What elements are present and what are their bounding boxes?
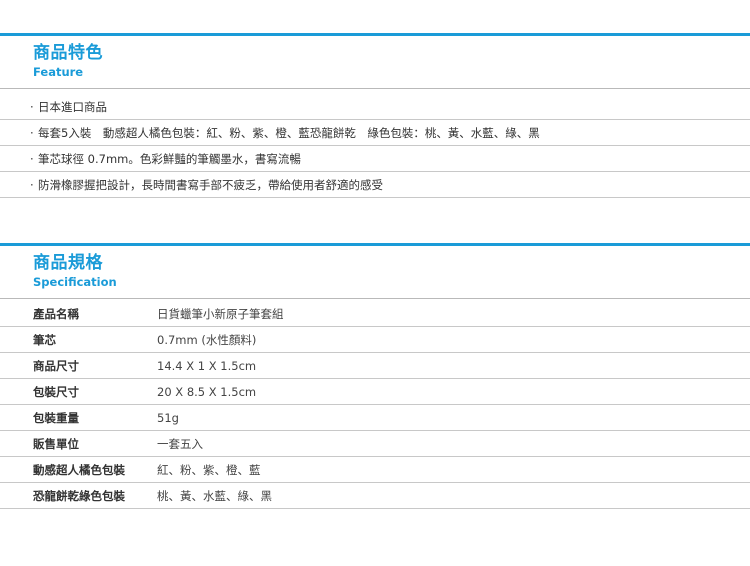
feature-item: · 每套5入裝 動感超人橘色包裝：紅、粉、紫、橙、藍恐龍餅乾 綠色包裝：桃、黃、水… [0, 120, 750, 146]
spec-subtitle: Specification [33, 275, 117, 289]
spec-value: 紅、粉、紫、橙、藍 [157, 463, 261, 477]
feature-item: · 防滑橡膠握把設計，長時間書寫手部不疲乏，帶給使用者舒適的感受 [0, 172, 750, 198]
feature-item: · 日本進口商品 [0, 94, 750, 120]
spec-key: 包裝尺寸 [33, 385, 79, 399]
spec-row: 動感超人橘色包裝 紅、粉、紫、橙、藍 [0, 457, 750, 483]
spec-value: 一套五入 [157, 437, 203, 451]
spec-key: 包裝重量 [33, 411, 79, 425]
feature-item-text: 防滑橡膠握把設計，長時間書寫手部不疲乏，帶給使用者舒適的感受 [38, 178, 383, 192]
spec-row: 產品名稱 日貨蠟筆小新原子筆套組 [0, 301, 750, 327]
feature-item-text: 筆芯球徑 0.7mm。色彩鮮豔的筆觸墨水，書寫流暢 [38, 152, 301, 166]
spec-key: 恐龍餅乾綠色包裝 [33, 489, 125, 503]
spec-row: 商品尺寸 14.4 X 1 X 1.5cm [0, 353, 750, 379]
bullet-icon: · [30, 100, 34, 114]
feature-item: · 筆芯球徑 0.7mm。色彩鮮豔的筆觸墨水，書寫流暢 [0, 146, 750, 172]
spec-value: 0.7mm (水性顏料) [157, 333, 257, 347]
spec-row: 恐龍餅乾綠色包裝 桃、黃、水藍、綠、黑 [0, 483, 750, 509]
spec-table: 產品名稱 日貨蠟筆小新原子筆套組 筆芯 0.7mm (水性顏料) 商品尺寸 14.4 … [0, 301, 750, 509]
feature-section: 商品特色 Feature · 日本進口商品 · 每套5入裝 動感超人橘色包裝：紅、粉… [0, 33, 750, 198]
spec-value: 日貨蠟筆小新原子筆套組 [157, 307, 284, 321]
spec-row: 筆芯 0.7mm (水性顏料) [0, 327, 750, 353]
spec-key: 動感超人橘色包裝 [33, 463, 125, 477]
spec-row: 販售單位 一套五入 [0, 431, 750, 457]
feature-subtitle: Feature [33, 65, 84, 79]
spec-value: 桃、黃、水藍、綠、黑 [157, 489, 272, 503]
feature-title: 商品特色 [33, 43, 103, 63]
feature-list: · 日本進口商品 · 每套5入裝 動感超人橘色包裝：紅、粉、紫、橙、藍恐龍餅乾 綠色… [0, 94, 750, 198]
bullet-icon: · [30, 178, 34, 192]
spec-key: 產品名稱 [33, 307, 79, 321]
bullet-icon: · [30, 126, 34, 140]
spec-header: 商品規格 Specification [0, 243, 750, 299]
spec-key: 商品尺寸 [33, 359, 79, 373]
spec-row: 包裝尺寸 20 X 8.5 X 1.5cm [0, 379, 750, 405]
feature-item-text: 每套5入裝 動感超人橘色包裝：紅、粉、紫、橙、藍恐龍餅乾 綠色包裝：桃、黃、水藍… [38, 126, 540, 140]
spec-value: 14.4 X 1 X 1.5cm [157, 359, 257, 373]
feature-header: 商品特色 Feature [0, 33, 750, 89]
spec-key: 筆芯 [33, 333, 56, 347]
spec-title: 商品規格 [33, 253, 103, 273]
spec-value: 20 X 8.5 X 1.5cm [157, 385, 257, 399]
bullet-icon: · [30, 152, 34, 166]
feature-item-text: 日本進口商品 [38, 100, 107, 114]
spec-key: 販售單位 [33, 437, 79, 451]
spec-value: 51g [157, 411, 179, 425]
spec-row: 包裝重量 51g [0, 405, 750, 431]
spec-section: 商品規格 Specification 產品名稱 日貨蠟筆小新原子筆套組 筆芯 0.7… [0, 243, 750, 509]
